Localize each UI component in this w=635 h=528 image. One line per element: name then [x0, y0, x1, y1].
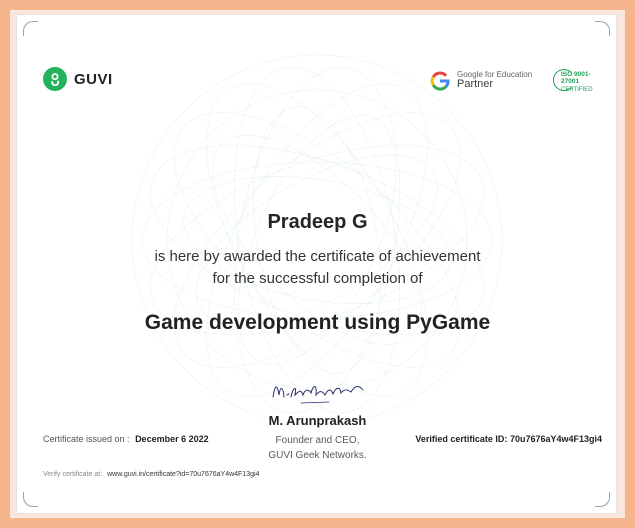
certificate-id-label: Verified certificate ID:: [415, 434, 508, 444]
guvi-brand: GUVI: [43, 67, 113, 91]
google-partner-badge: Google for Education Partner: [429, 70, 532, 92]
verify-label: Verify certificate at:: [43, 471, 103, 478]
signatory-role-line2: GUVI Geek Networks.: [268, 449, 367, 461]
iso-line2: CERTIFIED: [561, 87, 593, 93]
google-g-icon: [430, 71, 450, 91]
recipient-name: Pradeep G: [267, 211, 368, 233]
signature-image: [272, 386, 364, 404]
verified-certificate-id: Verified certificate ID: 70u7676aY4w4F13…: [415, 434, 602, 444]
course-title: Game development using PyGame: [144, 311, 491, 334]
verify-url-link[interactable]: www.guvi.in/certificate?id=70u7676aY4w4F…: [107, 471, 259, 478]
verify-certificate: Verify certificate at: www.guvi.in/certi…: [43, 471, 259, 478]
corner-ornament-top-left: [23, 21, 38, 36]
award-line2: for the successful completion of: [212, 269, 423, 287]
issued-label: Certificate issued on :: [43, 434, 130, 444]
iso-certified-badge: ISO 9001-27001 CERTIFIED: [553, 69, 605, 93]
issued-on: Certificate issued on : December 6 2022: [43, 434, 209, 444]
guvi-logo-icon: [43, 67, 67, 91]
brand-name: GUVI: [74, 70, 113, 88]
partner-line2: Partner: [457, 78, 494, 91]
certificate-card: GUVI Google for Education Partner ISO 90…: [16, 14, 617, 514]
signatory-name: M. Arunprakash: [268, 413, 367, 428]
iso-line1: ISO 9001-27001: [561, 71, 591, 85]
award-text: is here by awarded the certificate of ac…: [17, 246, 616, 290]
award-line1: is here by awarded the certificate of ac…: [154, 248, 481, 265]
issued-date: December 6 2022: [135, 434, 209, 444]
certificate-id-value: 70u7676aY4w4F13gi4: [509, 434, 602, 444]
